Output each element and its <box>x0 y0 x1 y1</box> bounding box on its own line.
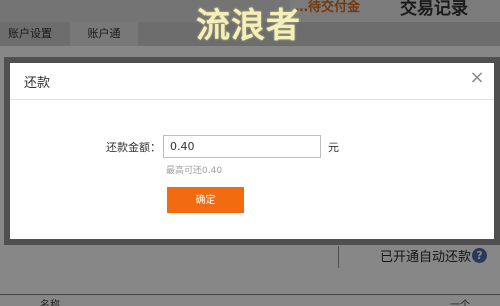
modal-title: 还款 <box>24 76 51 91</box>
max-repay-hint: 最高可还0.40 <box>166 166 223 176</box>
currency-unit-label: 元 <box>328 141 339 154</box>
modal-header: 还款 × <box>10 63 494 100</box>
repay-modal: 还款 × 还款金额： 元 最高可还0.40 确定 <box>4 57 500 245</box>
repay-amount-input[interactable] <box>163 135 321 158</box>
app-page: …待交付金 交易记录 账户设置 账户通 已开通自动还款 ? 名称 一个 流浪者 … <box>0 0 500 306</box>
watermark-text: 流浪者 <box>196 6 301 46</box>
close-icon[interactable]: × <box>466 67 488 89</box>
confirm-button[interactable]: 确定 <box>167 187 244 213</box>
repay-amount-label: 还款金额： <box>106 141 161 154</box>
